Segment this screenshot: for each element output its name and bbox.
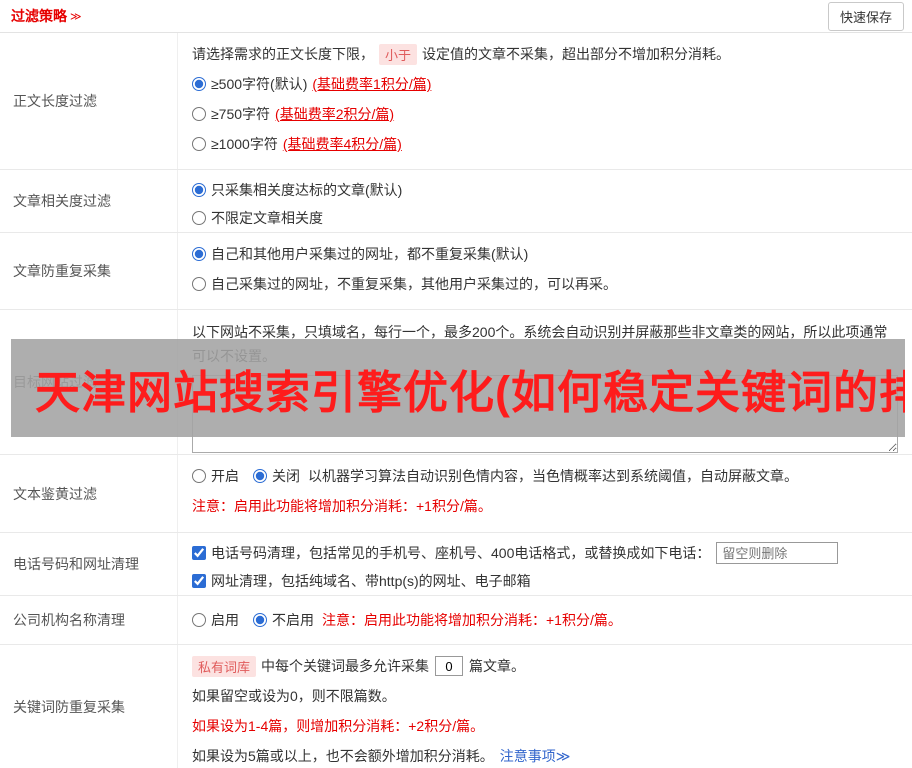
relevance-any-label: 不限定文章相关度 xyxy=(211,210,323,226)
dedupe-filter-content: 自己和其他用户采集过的网址，都不重复采集(默认) 自己采集过的网址，不重复采集，… xyxy=(178,233,912,309)
dedupe-filter-label: 文章防重复采集 xyxy=(0,233,178,309)
length-750-radio[interactable] xyxy=(192,107,206,121)
relevance-option-row: 只采集相关度达标的文章(默认) xyxy=(192,176,898,204)
relevance-strict-option[interactable]: 只采集相关度达标的文章(默认) xyxy=(192,180,402,200)
length-500-radio[interactable] xyxy=(192,77,206,91)
phone-cleanup-checkbox[interactable] xyxy=(192,546,206,560)
length-intro-post: 设定值的文章不采集，超出部分不增加积分消耗。 xyxy=(422,46,731,62)
phone-url-content: 电话号码清理，包括常见的手机号、座机号、400电话格式，或替换成如下电话： 网址… xyxy=(178,533,912,595)
porn-desc: 以机器学习算法自动识别色情内容，当色情概率达到系统阈值，自动屏蔽文章。 xyxy=(308,468,798,484)
dedupe-self-only-option[interactable]: 自己采集过的网址，不重复采集，其他用户采集过的，可以再采。 xyxy=(192,274,617,294)
company-disable-label: 不启用 xyxy=(272,612,314,628)
keyword-limit-row: 私有词库 中每个关键词最多允许采集 篇文章。 xyxy=(192,651,898,681)
company-enable-radio[interactable] xyxy=(192,613,206,627)
url-cleanup-option[interactable]: 网址清理，包括纯域名、带http(s)的网址、电子邮箱 xyxy=(192,571,531,591)
length-intro-pre: 请选择需求的正文长度下限， xyxy=(192,46,374,62)
filter-strategy-page: 过滤策略 ≫ 快速保存 正文长度过滤 请选择需求的正文长度下限， 小于 设定值的… xyxy=(0,0,912,768)
length-500-note: (基础费率1积分/篇) xyxy=(312,76,432,92)
length-750-label: ≥750字符 xyxy=(211,106,271,122)
relevance-option-row: 不限定文章相关度 xyxy=(192,204,898,232)
relevance-filter-label: 文章相关度过滤 xyxy=(0,170,178,232)
length-option-row: ≥750字符 (基础费率2积分/篇) xyxy=(192,99,898,129)
porn-on-option[interactable]: 开启 xyxy=(192,466,239,486)
dedupe-self-only-radio[interactable] xyxy=(192,277,206,291)
porn-off-label: 关闭 xyxy=(272,468,300,484)
relevance-filter-content: 只采集相关度达标的文章(默认) 不限定文章相关度 xyxy=(178,170,912,232)
length-1000-note: (基础费率4积分/篇) xyxy=(282,136,402,152)
header-bar: 过滤策略 ≫ 快速保存 xyxy=(0,0,912,33)
relevance-strict-radio[interactable] xyxy=(192,183,206,197)
company-disable-radio[interactable] xyxy=(253,613,267,627)
watermark-overlay: 天津网站搜索引擎优化(如何稳定关键词的排 xyxy=(11,339,905,437)
dedupe-all-users-option[interactable]: 自己和其他用户采集过的网址，都不重复采集(默认) xyxy=(192,244,528,264)
dedupe-option-row: 自己和其他用户采集过的网址，都不重复采集(默认) xyxy=(192,239,898,269)
dedupe-self-only-label: 自己采集过的网址，不重复采集，其他用户采集过的，可以再采。 xyxy=(211,276,617,292)
page-title[interactable]: 过滤策略 ≫ xyxy=(11,6,82,26)
company-enable-option[interactable]: 启用 xyxy=(192,610,239,630)
url-cleanup-label: 网址清理，包括纯域名、带http(s)的网址、电子邮箱 xyxy=(211,573,531,589)
page-title-text: 过滤策略 xyxy=(11,8,67,24)
length-option-row: ≥500字符(默认) (基础费率1积分/篇) xyxy=(192,69,898,99)
length-filter-content: 请选择需求的正文长度下限， 小于 设定值的文章不采集，超出部分不增加积分消耗。 … xyxy=(178,33,912,169)
url-cleanup-checkbox[interactable] xyxy=(192,574,206,588)
length-intro: 请选择需求的正文长度下限， 小于 设定值的文章不采集，超出部分不增加积分消耗。 xyxy=(192,39,898,69)
notice-link[interactable]: 注意事项≫ xyxy=(500,746,571,766)
phone-cleanup-label: 电话号码清理，包括常见的手机号、座机号、400电话格式，或替换成如下电话： xyxy=(211,545,711,561)
row-dedupe-filter: 文章防重复采集 自己和其他用户采集过的网址，都不重复采集(默认) 自己采集过的网… xyxy=(0,233,912,310)
phone-url-label: 电话号码和网址清理 xyxy=(0,533,178,595)
row-relevance-filter: 文章相关度过滤 只采集相关度达标的文章(默认) 不限定文章相关度 xyxy=(0,170,912,233)
keyword-count-input[interactable] xyxy=(435,656,464,676)
keyword-limit-suffix: 篇文章。 xyxy=(469,658,526,674)
porn-warning: 注意：启用此功能将增加积分消耗：+1积分/篇。 xyxy=(192,498,492,514)
row-porn-filter: 文本鉴黄过滤 开启 关闭 以机器学习算法自动识别色情内容，当色情概率达到系统阈值… xyxy=(0,455,912,533)
relevance-any-radio[interactable] xyxy=(192,211,206,225)
replacement-phone-input[interactable] xyxy=(716,542,839,564)
porn-on-label: 开启 xyxy=(211,468,239,484)
porn-filter-label: 文本鉴黄过滤 xyxy=(0,455,178,532)
row-length-filter: 正文长度过滤 请选择需求的正文长度下限， 小于 设定值的文章不采集，超出部分不增… xyxy=(0,33,912,170)
company-enable-label: 启用 xyxy=(211,612,239,628)
phone-cleanup-option[interactable]: 电话号码清理，包括常见的手机号、座机号、400电话格式，或替换成如下电话： xyxy=(192,543,710,563)
private-lexicon-badge: 私有词库 xyxy=(192,655,257,677)
length-1000-label: ≥1000字符 xyxy=(211,136,278,152)
length-intro-highlight: 小于 xyxy=(379,43,418,65)
length-500-option[interactable]: ≥500字符(默认) (基础费率1积分/篇) xyxy=(192,74,431,94)
length-option-row: ≥1000字符 (基础费率4积分/篇) xyxy=(192,129,898,159)
company-cleanup-content: 启用 不启用 注意：启用此功能将增加积分消耗：+1积分/篇。 xyxy=(178,596,912,644)
row-company-cleanup: 公司机构名称清理 启用 不启用 注意：启用此功能将增加积分消耗：+1积分/篇。 xyxy=(0,596,912,645)
keyword-limit-text: 中每个关键词最多允许采集 xyxy=(261,658,430,674)
porn-on-radio[interactable] xyxy=(192,469,206,483)
length-filter-label: 正文长度过滤 xyxy=(0,33,178,169)
quick-save-button[interactable]: 快速保存 xyxy=(827,1,904,31)
dedupe-all-users-radio[interactable] xyxy=(192,247,206,261)
length-1000-option[interactable]: ≥1000字符 (基础费率4积分/篇) xyxy=(192,134,402,154)
keyword-note-free-row: 如果设为5篇或以上，也不会额外增加积分消耗。 注意事项≫ xyxy=(192,741,898,768)
dedupe-all-users-label: 自己和其他用户采集过的网址，都不重复采集(默认) xyxy=(211,246,529,262)
relevance-strict-label: 只采集相关度达标的文章(默认) xyxy=(211,182,403,198)
chevron-double-icon: ≫ xyxy=(70,10,82,23)
company-warning: 注意：启用此功能将增加积分消耗：+1积分/篇。 xyxy=(322,612,622,628)
relevance-any-option[interactable]: 不限定文章相关度 xyxy=(192,208,323,228)
length-1000-radio[interactable] xyxy=(192,137,206,151)
length-750-note: (基础费率2积分/篇) xyxy=(275,106,395,122)
porn-filter-content: 开启 关闭 以机器学习算法自动识别色情内容，当色情概率达到系统阈值，自动屏蔽文章… xyxy=(178,455,912,532)
row-phone-url-cleanup: 电话号码和网址清理 电话号码清理，包括常见的手机号、座机号、400电话格式，或替… xyxy=(0,533,912,596)
row-keyword-dedupe: 关键词防重复采集 私有词库 中每个关键词最多允许采集 篇文章。 如果留空或设为0… xyxy=(0,645,912,768)
company-disable-option[interactable]: 不启用 xyxy=(253,610,314,630)
url-cleanup-row: 网址清理，包括纯域名、带http(s)的网址、电子邮箱 xyxy=(192,567,898,595)
dedupe-option-row: 自己采集过的网址，不重复采集，其他用户采集过的，可以再采。 xyxy=(192,269,898,299)
watermark-text: 天津网站搜索引擎优化(如何稳定关键词的排 xyxy=(35,366,905,418)
keyword-note-free: 如果设为5篇或以上，也不会额外增加积分消耗。 xyxy=(192,748,494,764)
company-cleanup-label: 公司机构名称清理 xyxy=(0,596,178,644)
length-750-option[interactable]: ≥750字符 (基础费率2积分/篇) xyxy=(192,104,394,124)
porn-option-row: 开启 关闭 以机器学习算法自动识别色情内容，当色情概率达到系统阈值，自动屏蔽文章… xyxy=(192,461,898,491)
phone-cleanup-row: 电话号码清理，包括常见的手机号、座机号、400电话格式，或替换成如下电话： xyxy=(192,539,898,567)
keyword-note-cost: 如果设为1-4篇，则增加积分消耗：+2积分/篇。 xyxy=(192,718,485,734)
keyword-dedupe-label: 关键词防重复采集 xyxy=(0,645,178,768)
keyword-note-unlimited: 如果留空或设为0，则不限篇数。 xyxy=(192,688,396,704)
length-500-label: ≥500字符(默认) xyxy=(211,76,308,92)
porn-off-option[interactable]: 关闭 xyxy=(253,466,300,486)
porn-off-radio[interactable] xyxy=(253,469,267,483)
keyword-dedupe-content: 私有词库 中每个关键词最多允许采集 篇文章。 如果留空或设为0，则不限篇数。 如… xyxy=(178,645,912,768)
